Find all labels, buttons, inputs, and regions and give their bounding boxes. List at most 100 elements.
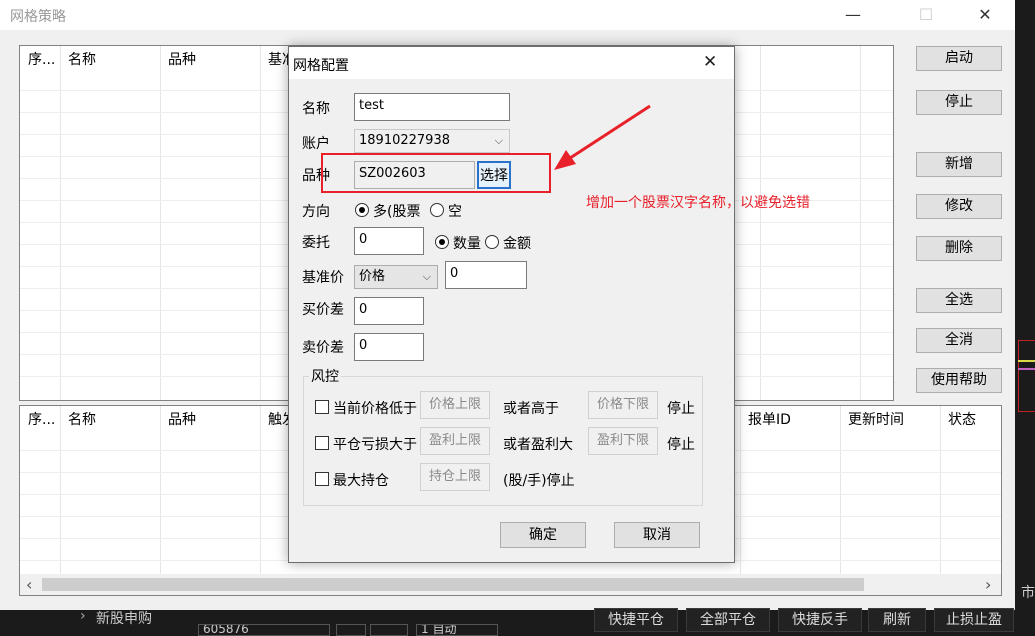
small-box[interactable] <box>370 624 408 636</box>
risk3-label[interactable]: 最大持仓 <box>333 470 389 490</box>
cancel-button[interactable]: 取消 <box>614 522 700 548</box>
name-input[interactable]: test <box>354 93 510 121</box>
col-divider <box>160 406 161 574</box>
col-header-index[interactable]: 序... <box>20 406 55 434</box>
base-type-value: 价格 <box>359 269 386 284</box>
order-qty-radio[interactable] <box>435 235 449 249</box>
quick-reverse-button[interactable]: 快捷反手 <box>778 608 862 632</box>
risk-group-title: 风控 <box>309 366 341 386</box>
quick-close-button[interactable]: 快捷平仓 <box>594 608 678 632</box>
market-label: 市 <box>1021 585 1035 601</box>
annotation-text: 增加一个股票汉字名称，以避免选错 <box>586 195 810 211</box>
profit-upper-field[interactable]: 盈利上限 <box>420 427 490 455</box>
sell-diff-input[interactable]: 0 <box>354 333 424 361</box>
minimize-button[interactable]: — <box>830 0 876 30</box>
code-field-text: 605876 <box>203 624 249 636</box>
close-all-button[interactable]: 全部平仓 <box>686 608 770 632</box>
help-button[interactable]: 使用帮助 <box>916 368 1002 393</box>
risk2-checkbox[interactable] <box>315 436 329 450</box>
name-label: 名称 <box>302 101 330 117</box>
risk1-checkbox[interactable] <box>315 400 329 414</box>
buy-diff-input[interactable]: 0 <box>354 297 424 325</box>
ipo-subscribe-link[interactable]: 新股申购 <box>96 608 152 628</box>
order-amount-label[interactable]: 金额 <box>503 233 531 253</box>
risk2-or-label: 或者盈利大 <box>503 437 573 453</box>
refresh-button[interactable]: 刷新 <box>868 608 926 632</box>
col-divider <box>940 406 941 574</box>
dialog-close-icon[interactable]: ✕ <box>703 52 717 72</box>
price-upper-field[interactable]: 价格上限 <box>420 391 490 419</box>
auto-field-text: 1 自动 <box>421 624 457 636</box>
base-type-select[interactable]: 价格 ⌵ <box>354 265 438 289</box>
col-header-index[interactable]: 序... <box>20 46 55 74</box>
risk2-stop-label: 停止 <box>667 437 695 453</box>
profit-lower-field[interactable]: 盈利下限 <box>588 427 658 455</box>
col-divider <box>740 406 741 574</box>
window-title: 网格策略 <box>10 9 66 25</box>
direction-short-radio[interactable] <box>430 203 444 217</box>
col-header-order-id[interactable]: 报单ID <box>740 406 791 434</box>
dialog-title-bar: 网格配置 ✕ <box>289 47 734 79</box>
col-header-symbol[interactable]: 品种 <box>160 46 196 74</box>
col-divider <box>840 406 841 574</box>
chart-fragment-line <box>1018 360 1035 362</box>
scroll-right-icon[interactable]: › <box>985 574 991 595</box>
background-app <box>1015 0 1035 610</box>
col-header-name[interactable]: 名称 <box>60 406 96 434</box>
col-header-name[interactable]: 名称 <box>60 46 96 74</box>
scroll-left-icon[interactable]: ‹ <box>26 574 32 595</box>
grid-config-dialog: 网格配置 ✕ 名称 test 账户 18910227938 ⌵ 品种 SZ002… <box>288 46 735 563</box>
auto-field[interactable]: 1 自动 <box>416 624 498 636</box>
close-button[interactable]: ✕ <box>962 0 1008 30</box>
deselect-all-button[interactable]: 全消 <box>916 328 1002 353</box>
order-amount-radio[interactable] <box>485 235 499 249</box>
col-header-symbol[interactable]: 品种 <box>160 406 196 434</box>
col-divider <box>60 406 61 574</box>
col-header-status[interactable]: 状态 <box>940 406 976 434</box>
chart-fragment <box>1018 340 1035 412</box>
code-field[interactable]: 605876 <box>198 624 330 636</box>
title-bar: 网格策略 — ☐ ✕ <box>0 0 1015 30</box>
risk2-label[interactable]: 平仓亏损大于 <box>333 434 417 454</box>
price-lower-field[interactable]: 价格下限 <box>588 391 658 419</box>
ok-button[interactable]: 确定 <box>500 522 586 548</box>
small-box[interactable] <box>336 624 366 636</box>
maximize-button[interactable]: ☐ <box>903 0 949 30</box>
stop-button[interactable]: 停止 <box>916 90 1002 115</box>
direction-long-radio[interactable] <box>355 203 369 217</box>
order-input[interactable]: 0 <box>354 227 424 255</box>
chart-fragment-line2 <box>1018 368 1035 370</box>
dialog-title: 网格配置 <box>293 58 349 74</box>
scrollbar-thumb[interactable] <box>42 578 864 591</box>
risk1-label[interactable]: 当前价格低于 <box>333 398 417 418</box>
stop-loss-profit-button[interactable]: 止损止盈 <box>934 608 1014 632</box>
risk3-checkbox[interactable] <box>315 472 329 486</box>
position-upper-field[interactable]: 持仓上限 <box>420 463 490 491</box>
select-all-button[interactable]: 全选 <box>916 288 1002 313</box>
direction-label: 方向 <box>302 204 330 220</box>
horizontal-scrollbar[interactable]: ‹ › <box>20 574 1001 595</box>
annotation-arrow <box>554 104 651 170</box>
risk3-unit-label: (股/手)停止 <box>503 473 575 489</box>
chevron-down-icon: ⌵ <box>494 134 503 147</box>
edit-button[interactable]: 修改 <box>916 194 1002 219</box>
add-button[interactable]: 新增 <box>916 152 1002 177</box>
order-label: 委托 <box>302 235 330 251</box>
col-header-update-time[interactable]: 更新时间 <box>840 406 904 434</box>
col-divider <box>860 46 861 400</box>
base-price-input[interactable]: 0 <box>445 261 527 289</box>
account-label: 账户 <box>302 136 330 152</box>
risk1-stop-label: 停止 <box>667 401 695 417</box>
col-divider <box>260 46 261 400</box>
buy-diff-label: 买价差 <box>302 302 344 318</box>
annotation-highlight-box <box>321 153 551 193</box>
sell-diff-label: 卖价差 <box>302 340 344 356</box>
start-button[interactable]: 启动 <box>916 46 1002 71</box>
order-qty-label[interactable]: 数量 <box>453 233 481 253</box>
direction-short-label[interactable]: 空 <box>448 201 462 221</box>
account-select[interactable]: 18910227938 ⌵ <box>354 129 510 153</box>
chevron-down-icon: ⌵ <box>422 270 431 283</box>
risk1-or-label: 或者高于 <box>503 401 559 417</box>
direction-long-label[interactable]: 多(股票 <box>373 201 420 221</box>
delete-button[interactable]: 删除 <box>916 236 1002 261</box>
